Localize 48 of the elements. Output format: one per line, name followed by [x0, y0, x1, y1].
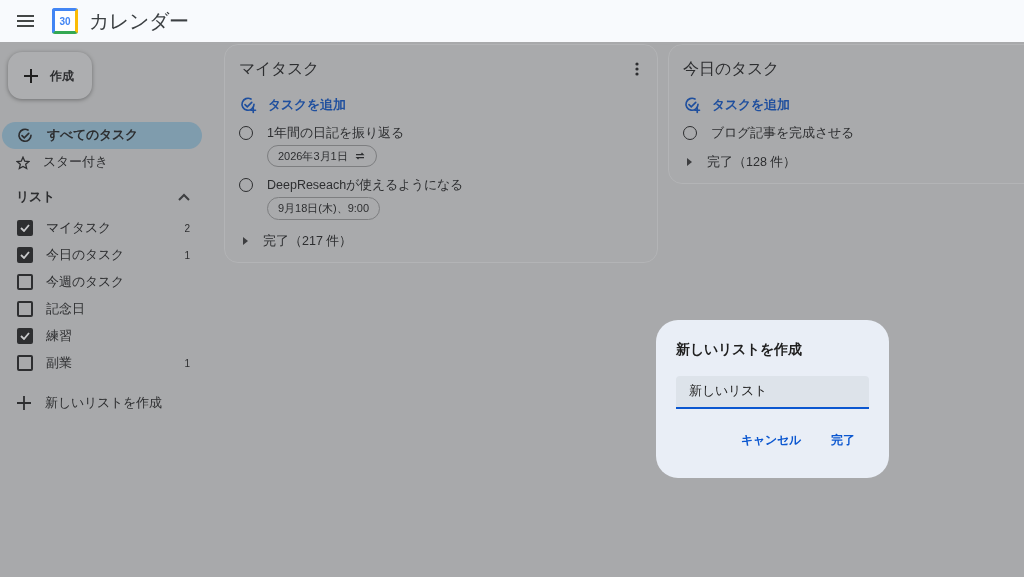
lists-header[interactable]: リスト: [0, 188, 190, 207]
menu-icon[interactable]: [17, 15, 34, 27]
list-checkbox[interactable]: [17, 301, 33, 318]
task-list-title: 今日のタスク: [683, 59, 779, 79]
list-name: 練習: [46, 327, 73, 345]
dialog-button[interactable]: 完了: [831, 431, 855, 450]
task-title: ブログ記事を完成させる: [711, 124, 854, 141]
completed-toggle[interactable]: 完了（128 件）: [707, 152, 797, 172]
star-icon: [16, 155, 30, 170]
nav-item[interactable]: すべてのタスク: [2, 122, 202, 149]
dialog-button[interactable]: キャンセル: [741, 431, 801, 450]
plus-icon: [17, 396, 31, 411]
list-name: 記念日: [46, 300, 86, 318]
task-count: 1: [184, 356, 190, 371]
new-list-button[interactable]: 新しいリストを作成: [0, 393, 220, 413]
task-title: DeepReseachが使えるようになる: [267, 177, 464, 193]
add-task-icon: [683, 95, 701, 114]
list-checkbox[interactable]: [17, 328, 33, 345]
list-name: マイタスク: [46, 219, 112, 237]
add-task-button[interactable]: タスクを追加: [239, 95, 346, 115]
expand-arrow-icon[interactable]: [687, 157, 693, 166]
check-icon: [20, 332, 30, 341]
list-name-field[interactable]: 新しいリスト: [676, 376, 869, 410]
plus-icon: [24, 68, 38, 83]
task-title: 1年間の日記を振り返る: [267, 124, 404, 141]
check-icon: [20, 251, 30, 260]
add-task-button[interactable]: タスクを追加: [683, 95, 790, 115]
list-name: 副業: [46, 354, 73, 372]
app-title: カレンダー: [89, 9, 189, 34]
list-checkbox[interactable]: [17, 274, 33, 291]
completed-toggle[interactable]: 完了（217 件）: [263, 231, 353, 251]
task-count: 2: [184, 221, 190, 236]
calendar-logo: 30: [52, 8, 78, 34]
list-checkbox[interactable]: [17, 220, 33, 237]
check-icon: [20, 224, 30, 233]
nav-item[interactable]: スター付き: [2, 149, 202, 176]
list-name: 今週のタスク: [46, 273, 125, 291]
list-checkbox[interactable]: [17, 355, 33, 372]
list-name: 今日のタスク: [46, 246, 125, 264]
add-task-icon: [239, 95, 257, 114]
task-count: 1: [184, 248, 190, 263]
more-icon[interactable]: [635, 62, 639, 76]
list-checkbox[interactable]: [17, 247, 33, 264]
dialog-title: 新しいリストを作成: [676, 341, 803, 359]
task-list-title: マイタスク: [239, 59, 319, 79]
expand-arrow-icon[interactable]: [243, 236, 249, 245]
check-circle-icon: [16, 126, 34, 145]
create-button[interactable]: 作成: [8, 52, 92, 99]
